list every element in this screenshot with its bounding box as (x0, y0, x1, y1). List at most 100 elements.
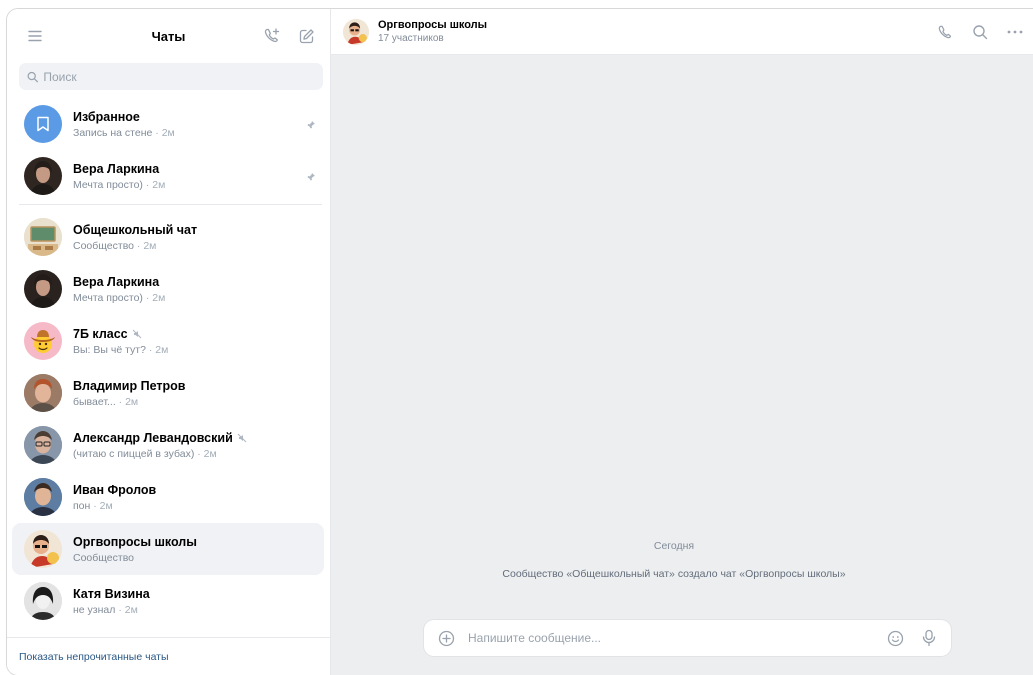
hamburger-menu-button[interactable] (21, 22, 49, 50)
voice-message-button[interactable] (917, 626, 941, 650)
avatar (24, 374, 62, 412)
more-options-button[interactable] (1003, 20, 1027, 44)
more-dots-icon (1007, 30, 1023, 34)
conversation-avatar[interactable] (343, 18, 369, 45)
classroom-photo-icon (24, 218, 62, 256)
chat-time: · 2м (118, 603, 138, 616)
search-in-chat-button[interactable] (968, 20, 992, 44)
chat-preview: бывает... · 2м (73, 395, 139, 408)
search-bar[interactable] (19, 63, 323, 90)
pin-icon (307, 173, 315, 181)
new-message-button[interactable] (294, 24, 318, 48)
conversation-pane: Оргвопросы школы 17 участников Сегодня С… (331, 9, 1033, 675)
show-unread-link[interactable]: Показать непрочитанные чаты (7, 637, 330, 675)
conversation-header[interactable]: Оргвопросы школы 17 участников (331, 9, 1033, 55)
chat-preview: (читаю с пиццей в зубах) · 2м (73, 447, 217, 460)
person-photo-icon (30, 161, 56, 195)
chat-name: Иван Фролов (73, 482, 157, 497)
chat-time: · 2м (136, 239, 157, 252)
chat-item-org-questions[interactable]: Оргвопросы школы Сообщество (12, 523, 324, 575)
avatar (24, 322, 62, 360)
chat-item-alexander[interactable]: Александр Левандовский (читаю с пиццей в… (12, 419, 324, 471)
chat-name: Владимир Петров (73, 378, 186, 393)
conversation-title: Оргвопросы школы (378, 19, 488, 31)
phone-plus-icon (264, 28, 280, 43)
conversation-members[interactable]: 17 участников (378, 33, 487, 44)
chat-name: Александр Левандовский (73, 431, 247, 445)
chat-list: Избранное Запись на стене · 2м Вера Ларк… (7, 98, 330, 627)
muted-icon (132, 329, 141, 338)
avatar (24, 530, 62, 568)
avatar (24, 426, 62, 464)
chat-item-katya[interactable]: Катя Визина не узнал · 2м (12, 575, 324, 627)
system-message: Сообщество «Общешкольный чат» создало ча… (502, 568, 846, 580)
chat-item-vera[interactable]: Вера Ларкина Мечта просто) · 2м (12, 263, 324, 315)
avatar (24, 157, 62, 195)
chat-preview: пон · 2м (73, 499, 113, 512)
chat-time: · 2м (145, 178, 166, 191)
chat-item-pinned-vera[interactable]: Вера Ларкина Мечта просто) · 2м (12, 150, 324, 202)
person-photo-icon (24, 374, 62, 412)
date-separator: Сегодня (653, 540, 695, 552)
chat-time: · 2м (155, 126, 175, 139)
pinned-divider (19, 204, 322, 205)
chat-name: Вера Ларкина (73, 274, 160, 289)
cartoon-avatar-icon (24, 530, 62, 568)
chat-name: Вера Ларкина (73, 161, 160, 176)
hamburger-icon (28, 30, 42, 42)
search-icon (27, 71, 38, 82)
message-composer (424, 620, 951, 656)
chat-time: · 2м (145, 291, 166, 304)
search-input[interactable] (43, 69, 315, 84)
microphone-icon (922, 629, 936, 647)
avatar (24, 270, 62, 308)
chat-name: Избранное (73, 109, 140, 124)
chat-item-ivan[interactable]: Иван Фролов пон · 2м (12, 471, 324, 523)
chat-name: Оргвопросы школы (73, 534, 197, 549)
chat-time: · 2м (197, 447, 217, 460)
cartoon-avatar-icon (343, 18, 369, 45)
avatar (24, 478, 62, 516)
chat-preview: Вы: Вы чё тут? · 2м (73, 343, 169, 356)
person-photo-icon (24, 582, 62, 620)
pin-icon (307, 121, 315, 129)
chat-time: · 2м (148, 343, 169, 356)
message-input[interactable] (468, 631, 883, 645)
add-circle-icon (438, 630, 454, 646)
cowboy-emoji-icon (31, 330, 55, 353)
attach-button[interactable] (434, 626, 458, 650)
muted-icon (237, 433, 247, 442)
bookmark-icon (37, 116, 49, 132)
chat-name: 7Б класс (73, 327, 168, 341)
sidebar-header: Чаты (7, 9, 330, 63)
chat-sidebar: Чаты Поиск Избранное Запись на стене · 2… (7, 9, 331, 675)
call-button[interactable] (933, 20, 957, 44)
chat-preview: не узнал · 2м (73, 603, 138, 616)
compose-icon (299, 28, 314, 43)
chat-item-7b-class[interactable]: 7Б класс Вы: Вы чё тут? · 2м (12, 315, 324, 367)
new-call-button[interactable] (260, 24, 284, 48)
chat-item-favorites[interactable]: Избранное Запись на стене · 2м (12, 98, 324, 150)
app-window: Чаты Поиск Избранное Запись на стене · 2… (6, 8, 1033, 675)
emoji-button[interactable] (883, 626, 907, 650)
chat-preview: Запись на стене · 2м (73, 126, 175, 139)
chat-item-school-chat[interactable]: Общешкольный чат Сообщество · 2м (12, 211, 324, 263)
chat-preview: Мечта просто) · 2м (73, 291, 166, 304)
chat-item-vladimir[interactable]: Владимир Петров бывает... · 2м (12, 367, 324, 419)
avatar (24, 218, 62, 256)
chat-preview: Мечта просто) · 2м (73, 178, 166, 191)
chat-time: · 2м (118, 395, 139, 408)
person-photo-icon (24, 478, 62, 516)
avatar (24, 582, 62, 620)
avatar (24, 105, 62, 143)
smile-icon (887, 630, 903, 646)
person-photo-icon (24, 426, 62, 464)
search-icon (973, 25, 988, 40)
chat-preview: Сообщество · 2м (73, 239, 157, 252)
chat-time: · 2м (93, 499, 113, 512)
chat-preview: Сообщество (73, 551, 134, 564)
chat-name: Общешкольный чат (73, 222, 198, 237)
chat-name: Катя Визина (73, 586, 150, 601)
phone-icon (938, 25, 951, 38)
person-photo-icon (30, 274, 56, 308)
